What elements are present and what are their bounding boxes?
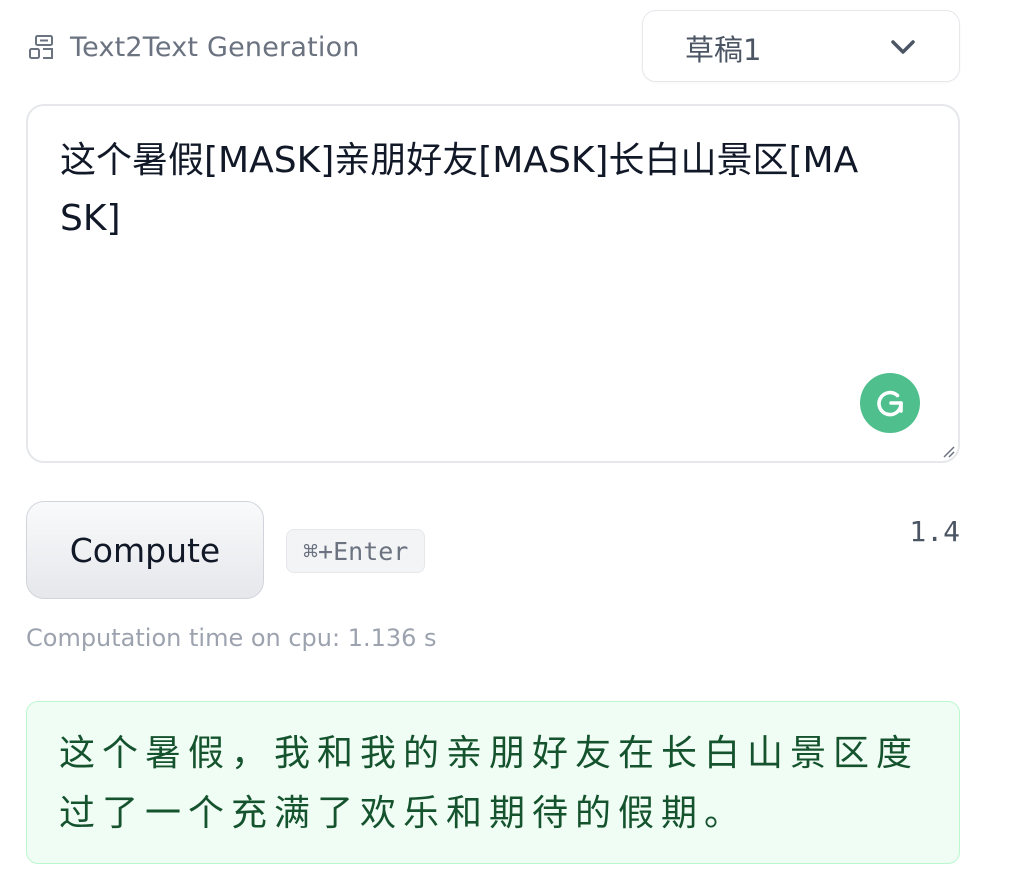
resize-handle-icon[interactable] — [940, 443, 956, 459]
chevron-down-icon — [889, 35, 917, 59]
version-label: 1.4 — [909, 515, 960, 548]
input-text[interactable]: 这个暑假[MASK]亲朋好友[MASK]长白山景区[MASK] — [60, 132, 880, 248]
grammarly-icon[interactable] — [860, 373, 920, 433]
keyboard-shortcut-hint: ⌘+Enter — [286, 529, 426, 573]
computation-time: Computation time on cpu: 1.136 s — [26, 624, 437, 652]
output-box: 这个暑假，我和我的亲朋好友在长白山景区度过了一个充满了欢乐和期待的假期。 — [26, 701, 960, 864]
example-select[interactable]: 草稿1 — [642, 10, 960, 82]
widget-header: Text2Text Generation — [26, 24, 360, 70]
task-label: Text2Text Generation — [70, 31, 360, 63]
compute-button[interactable]: Compute — [26, 501, 264, 599]
input-textarea[interactable]: 这个暑假[MASK]亲朋好友[MASK]长白山景区[MASK] — [26, 104, 960, 463]
generated-text: 这个暑假，我和我的亲朋好友在长白山景区度过了一个充满了欢乐和期待的假期。 — [59, 733, 920, 834]
example-select-value: 草稿1 — [685, 33, 762, 67]
text2text-generation-icon — [26, 32, 56, 62]
